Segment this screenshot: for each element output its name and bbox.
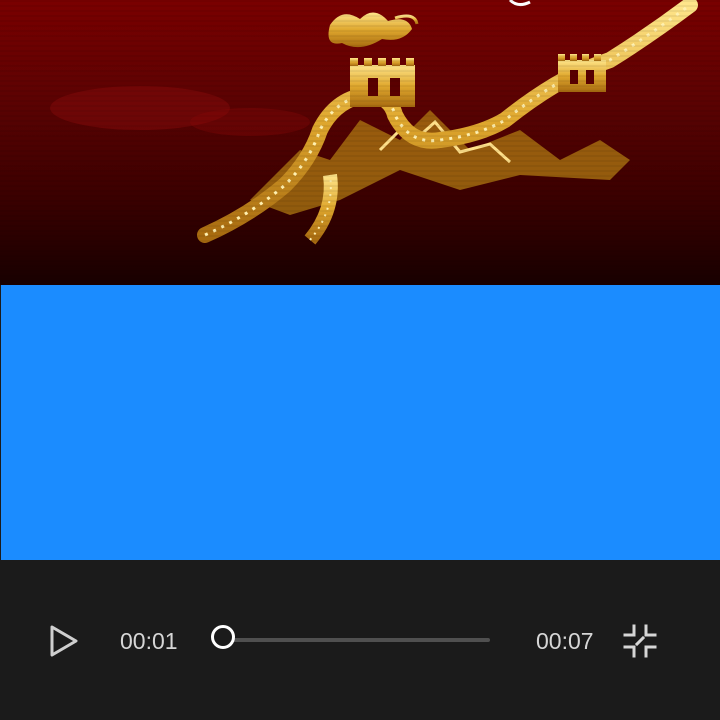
- exit-fullscreen-icon: [623, 624, 657, 658]
- watchtower-left: [350, 58, 415, 107]
- total-duration: 00:07: [536, 628, 594, 654]
- video-placeholder: [1, 285, 720, 560]
- play-button[interactable]: [44, 622, 82, 660]
- video-frame[interactable]: [0, 0, 720, 285]
- cloud-ornament: [328, 12, 419, 48]
- great-wall-artwork: [50, 0, 698, 245]
- seek-bar[interactable]: [226, 638, 490, 642]
- watchtower-right: [558, 54, 606, 92]
- current-time: 00:01: [120, 628, 178, 654]
- seek-thumb[interactable]: [211, 625, 235, 649]
- play-icon: [50, 625, 78, 657]
- exit-fullscreen-button[interactable]: [620, 621, 660, 661]
